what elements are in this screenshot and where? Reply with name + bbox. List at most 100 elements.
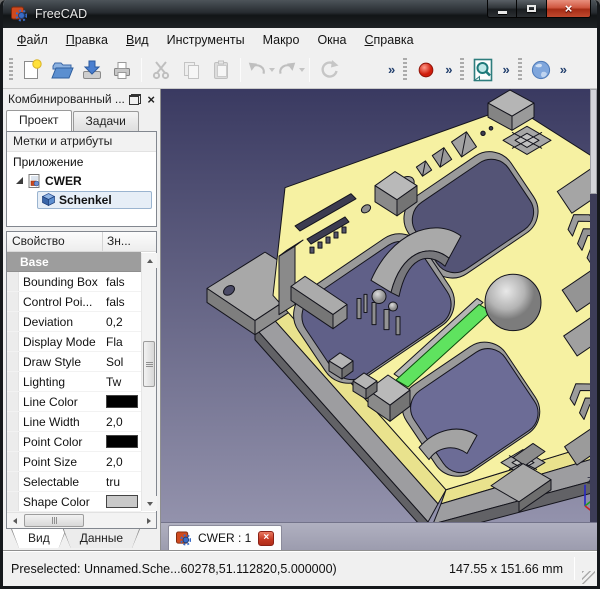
property-row[interactable]: Selectabletru: [7, 472, 141, 492]
record-macro-icon: [415, 59, 437, 81]
scroll-up-button[interactable]: [142, 253, 157, 268]
float-panel-icon[interactable]: [129, 94, 141, 105]
horizontal-scroll-thumb[interactable]: [24, 514, 84, 527]
open-website-button[interactable]: [526, 55, 556, 85]
mdi-tab-bar: CWER : 1 ×: [161, 522, 597, 550]
print-button[interactable]: [107, 55, 137, 85]
scroll-right-button[interactable]: [141, 513, 156, 528]
viewport-scroll-thumb[interactable]: [590, 89, 597, 194]
paste-button[interactable]: [206, 55, 236, 85]
record-macro-button[interactable]: [411, 55, 441, 85]
scroll-down-button[interactable]: [142, 496, 157, 511]
property-row[interactable]: Point Size2,0: [7, 452, 141, 472]
color-swatch[interactable]: [106, 495, 138, 508]
status-bar: Preselected: Unnamed.Sche...60278,51.112…: [3, 550, 597, 586]
toolbar-drag-handle[interactable]: [518, 58, 522, 82]
window-title: FreeCAD: [35, 7, 87, 21]
close-icon: ×: [565, 2, 573, 15]
panel-close-icon[interactable]: ×: [147, 93, 155, 106]
panel-tabs: Проект Задачи: [3, 109, 160, 131]
tree-item-application[interactable]: Приложение: [7, 152, 156, 171]
cut-button[interactable]: [146, 55, 176, 85]
resize-grip[interactable]: [582, 571, 595, 584]
tree-item-part[interactable]: Schenkel: [7, 190, 156, 209]
undo-dropdown-caret[interactable]: [269, 68, 275, 72]
property-row[interactable]: Draw StyleSol: [7, 352, 141, 372]
toolbar-overflow-chevron[interactable]: »: [498, 62, 513, 77]
tab-data[interactable]: Данные: [64, 529, 139, 548]
search-document-icon: [470, 57, 496, 83]
title-bar[interactable]: FreeCAD ×: [3, 0, 597, 28]
tab-close-button[interactable]: ×: [258, 531, 274, 546]
save-file-button[interactable]: [77, 55, 107, 85]
part-label: Schenkel: [59, 193, 112, 207]
vertical-scrollbar[interactable]: [141, 253, 156, 511]
menu-item-5[interactable]: Окна: [308, 30, 355, 50]
toolbar-separator: [141, 58, 142, 82]
property-row[interactable]: Line Width2,0: [7, 412, 141, 432]
whats-this-search-button[interactable]: [468, 55, 498, 85]
property-rows: BaseBounding BoxfalsControl Poi...falsDe…: [7, 252, 141, 512]
new-document-button[interactable]: [17, 55, 47, 85]
expand-arrow-icon[interactable]: [15, 176, 24, 185]
redo-dropdown-caret[interactable]: [299, 68, 305, 72]
color-swatch[interactable]: [106, 395, 138, 408]
toolbar-overflow-chevron[interactable]: »: [384, 62, 399, 77]
copy-button[interactable]: [176, 55, 206, 85]
menu-bar: ФайлПравкаВидИнструментыМакроОкнаСправка: [3, 28, 597, 51]
tree-item-document[interactable]: CWER: [7, 171, 156, 190]
color-swatch[interactable]: [106, 435, 138, 448]
selected-tree-item[interactable]: Schenkel: [37, 191, 152, 209]
minimize-button[interactable]: [487, 0, 517, 18]
menu-item-4[interactable]: Макро: [254, 30, 309, 50]
toolbar-drag-handle[interactable]: [9, 58, 13, 82]
menu-item-3[interactable]: Инструменты: [158, 30, 254, 50]
menu-item-6[interactable]: Справка: [356, 30, 423, 50]
property-row[interactable]: Bounding Boxfals: [7, 272, 141, 292]
property-row[interactable]: Point Color: [7, 432, 141, 452]
minimize-icon: [498, 11, 507, 14]
paste-clipboard-icon: [209, 58, 233, 82]
toolbar-overflow-chevron[interactable]: »: [556, 62, 571, 77]
maximize-button[interactable]: [517, 0, 546, 18]
menu-item-1[interactable]: Правка: [57, 30, 117, 50]
tab-view[interactable]: Вид: [12, 529, 66, 548]
redo-icon: [276, 59, 298, 81]
property-group-row[interactable]: Base: [7, 252, 141, 272]
document-tab[interactable]: CWER : 1 ×: [168, 525, 282, 550]
close-button[interactable]: ×: [546, 0, 591, 18]
property-row[interactable]: Control Poi...fals: [7, 292, 141, 312]
property-row[interactable]: Line Color: [7, 392, 141, 412]
horizontal-scrollbar[interactable]: [7, 512, 156, 528]
toolbar: » » » »: [3, 51, 597, 89]
property-editor: Свойство Зн... BaseBounding BoxfalsContr…: [6, 231, 157, 529]
menu-item-0[interactable]: Файл: [8, 30, 57, 50]
globe-icon: [529, 58, 553, 82]
column-value[interactable]: Зн...: [103, 232, 156, 251]
toolbar-overflow-chevron[interactable]: »: [441, 62, 456, 77]
property-row[interactable]: Display ModeFla: [7, 332, 141, 352]
vertical-scroll-thumb[interactable]: [143, 341, 155, 387]
tree-root-label: Приложение: [13, 155, 83, 169]
undo-button[interactable]: [245, 55, 275, 85]
refresh-button[interactable]: [314, 55, 344, 85]
tab-project[interactable]: Проект: [6, 110, 72, 131]
property-header-row[interactable]: Свойство Зн...: [7, 232, 156, 252]
property-row[interactable]: LightingTw: [7, 372, 141, 392]
property-row[interactable]: Shape Color: [7, 492, 141, 512]
viewport-scroll-track[interactable]: [590, 194, 597, 522]
property-row[interactable]: Deviation0,2: [7, 312, 141, 332]
toolbar-drag-handle[interactable]: [403, 58, 407, 82]
part-cube-icon: [42, 193, 55, 206]
viewport-scrollbar[interactable]: [590, 89, 597, 522]
open-file-button[interactable]: [47, 55, 77, 85]
panel-title-bar[interactable]: Комбинированный ... ×: [3, 89, 160, 109]
freecad-logo-icon: [176, 531, 191, 546]
toolbar-drag-handle[interactable]: [460, 58, 464, 82]
redo-button[interactable]: [275, 55, 305, 85]
column-property[interactable]: Свойство: [7, 232, 103, 251]
3d-viewport[interactable]: Z Y X: [161, 89, 597, 522]
scroll-left-button[interactable]: [7, 513, 22, 528]
tab-tasks[interactable]: Задачи: [73, 111, 139, 131]
menu-item-2[interactable]: Вид: [117, 30, 158, 50]
